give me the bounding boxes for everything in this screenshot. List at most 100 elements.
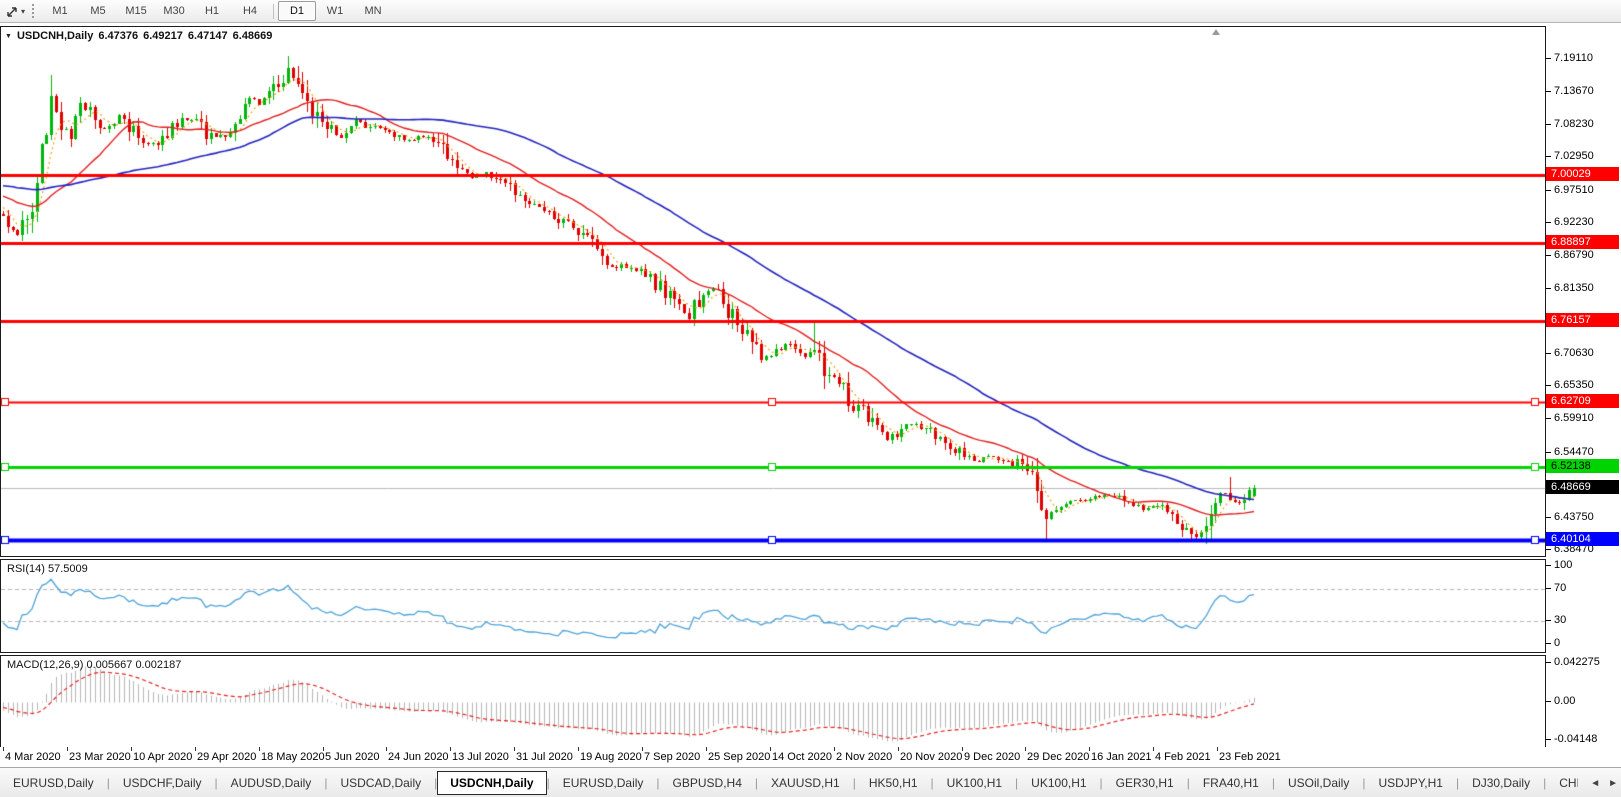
level-badge-6.40104: 6.40104 [1546, 532, 1619, 546]
tab-fra40-h1[interactable]: FRA40,H1 [1190, 770, 1272, 796]
rsi-canvas[interactable] [1, 560, 1545, 652]
tab-usdjpy-h1[interactable]: USDJPY,H1 [1365, 770, 1455, 796]
date-label: 9 Dec 2020 [964, 751, 1020, 763]
axis-tick-mark [1546, 255, 1551, 256]
date-label: 24 Jun 2020 [388, 751, 449, 763]
tab-eurusd-daily[interactable]: EURUSD,Daily [550, 770, 657, 796]
tf-button-m30[interactable]: M30 [155, 1, 193, 21]
tab-usdchf-daily[interactable]: USDCHF,Daily [110, 770, 215, 796]
tab-audusd-daily[interactable]: AUDUSD,Daily [218, 770, 325, 796]
price-tick-label: 6.43750 [1554, 511, 1594, 523]
date-label: 14 Oct 2020 [772, 751, 832, 763]
macd-canvas[interactable] [1, 656, 1545, 747]
pointer-tool-icon[interactable] [4, 3, 20, 19]
date-label: 19 Aug 2020 [580, 751, 642, 763]
date-label: 29 Dec 2020 [1027, 751, 1089, 763]
axis-tick-mark [1546, 418, 1551, 419]
date-label: 25 Sep 2020 [708, 751, 770, 763]
axis-tick-mark [1546, 565, 1551, 566]
axis-tick-mark [1546, 58, 1551, 59]
date-label: 16 Jan 2021 [1091, 751, 1152, 763]
date-label: 29 Apr 2020 [197, 751, 256, 763]
macd-pane: MACD(12,26,9) 0.005667 0.002187 [0, 655, 1546, 748]
toolbar-grip[interactable] [32, 4, 34, 18]
date-tick-mark [770, 747, 771, 751]
tab-eurusd-daily[interactable]: EURUSD,Daily [0, 770, 107, 796]
tab-usdcad-daily[interactable]: USDCAD,Daily [327, 770, 434, 796]
tab-usoil-daily[interactable]: USOil,Daily [1275, 770, 1362, 796]
axis-tick-mark [1546, 156, 1551, 157]
date-label: 31 Jul 2020 [516, 751, 573, 763]
price-chart-pane [0, 26, 1546, 557]
date-tick-mark [1153, 747, 1154, 751]
macd-tick-label: 0.042275 [1554, 656, 1600, 668]
tf-button-mn[interactable]: MN [354, 1, 392, 21]
price-tick-label: 7.08230 [1554, 118, 1594, 130]
tf-button-m5[interactable]: M5 [79, 1, 117, 21]
date-tick-mark [642, 747, 643, 751]
date-tick-mark [834, 747, 835, 751]
tf-button-w1[interactable]: W1 [316, 1, 354, 21]
chart-low-value: 6.47147 [188, 30, 228, 42]
tab-scroll-left-icon[interactable]: ◄ [1590, 778, 1600, 789]
date-label: 4 Feb 2021 [1155, 751, 1211, 763]
price-tick-label: 6.81350 [1554, 282, 1594, 294]
axis-tick-mark [1546, 353, 1551, 354]
chevron-down-icon[interactable]: ▾ [21, 7, 25, 16]
tf-button-d1[interactable]: D1 [278, 1, 316, 21]
tf-button-m1[interactable]: M1 [41, 1, 79, 21]
date-tick-mark [962, 747, 963, 751]
macd-main-value: 0.005667 [86, 659, 132, 671]
chart-title: ▼USDCNH,Daily6.473766.492176.471476.4866… [5, 30, 272, 42]
tab-gbpusd-h4[interactable]: GBPUSD,H4 [660, 770, 755, 796]
level-badge-7.00029: 7.00029 [1546, 167, 1619, 181]
tab-dj30-daily[interactable]: DJ30,Daily [1459, 770, 1543, 796]
date-tick-mark [259, 747, 260, 751]
tf-button-h4[interactable]: H4 [231, 1, 269, 21]
price-tick-label: 7.02950 [1554, 150, 1594, 162]
date-label: 23 Mar 2020 [69, 751, 131, 763]
axis-tick-mark [1546, 124, 1551, 125]
date-label: 10 Apr 2020 [133, 751, 192, 763]
toolbar-separator [273, 4, 274, 19]
tf-button-m15[interactable]: M15 [117, 1, 155, 21]
symbol-expand-icon[interactable]: ▼ [5, 33, 12, 40]
tab-china300-h1[interactable]: CHINA300,H1 [1546, 770, 1578, 796]
date-tick-mark [450, 747, 451, 751]
price-tick-label: 6.86790 [1554, 249, 1594, 261]
chart-open-value: 6.47376 [98, 30, 138, 42]
rsi-tick-label: 0 [1554, 637, 1560, 649]
macd-signal-value: 0.002187 [135, 659, 181, 671]
date-tick-mark [898, 747, 899, 751]
axis-tick-mark [1546, 620, 1551, 621]
rsi-tick-label: 30 [1554, 614, 1566, 626]
date-label: 4 Mar 2020 [5, 751, 61, 763]
date-tick-mark [1025, 747, 1026, 751]
axis-tick-mark [1546, 662, 1551, 663]
chart-symbol-label: USDCNH,Daily [17, 30, 93, 42]
price-chart-canvas[interactable] [1, 27, 1545, 556]
date-tick-mark [514, 747, 515, 751]
tab-ger30-h1[interactable]: GER30,H1 [1103, 770, 1187, 796]
tab-hk50-h1[interactable]: HK50,H1 [856, 770, 931, 796]
tab-xauusd-h1[interactable]: XAUUSD,H1 [758, 770, 853, 796]
axis-tick-mark [1546, 385, 1551, 386]
date-tick-mark [706, 747, 707, 751]
tf-button-h1[interactable]: H1 [193, 1, 231, 21]
date-tick-mark [1217, 747, 1218, 751]
chart-close-value: 6.48669 [233, 30, 273, 42]
rsi-tick-label: 100 [1554, 559, 1572, 571]
tab-uk100-h1[interactable]: UK100,H1 [1018, 770, 1099, 796]
tab-uk100-h1[interactable]: UK100,H1 [934, 770, 1015, 796]
tab-scroll-right-icon[interactable]: ► [1608, 778, 1618, 789]
date-tick-mark [386, 747, 387, 751]
rsi-label: RSI(14) 57.5009 [7, 563, 88, 575]
level-badge-6.62709: 6.62709 [1546, 394, 1619, 408]
macd-tick-label: -0.04148 [1554, 733, 1597, 745]
axis-tick-mark [1546, 643, 1551, 644]
date-tick-mark [195, 747, 196, 751]
chart-shift-marker[interactable] [1212, 29, 1220, 35]
date-label: 13 Jul 2020 [452, 751, 509, 763]
tab-usdcnh-daily[interactable]: USDCNH,Daily [437, 771, 546, 795]
axis-tick-mark [1546, 452, 1551, 453]
